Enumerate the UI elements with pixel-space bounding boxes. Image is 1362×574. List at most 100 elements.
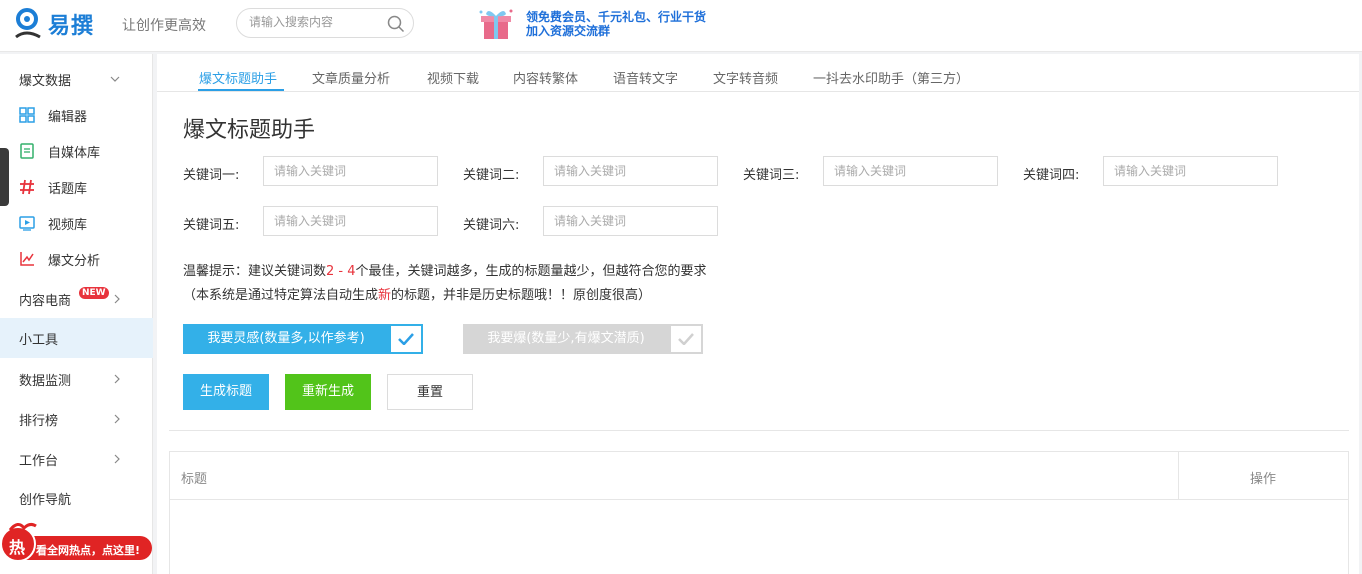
keyword-4-label: 关键词四:: [1023, 168, 1080, 183]
mode-viral-label: 我要爆(数量少,有爆文潜质): [463, 324, 669, 354]
column-separator: [1178, 452, 1179, 500]
generate-title-button[interactable]: 生成标题: [183, 374, 269, 410]
tip-2-text-b: 的标题，并非是历史标题哦！！原创度很高）: [391, 288, 652, 303]
search-icon[interactable]: [387, 15, 405, 33]
tip-line-1: 温馨提示：建议关键词数2 - 4个最佳，关键词越多，生成的标题量越少，但越符合您…: [183, 260, 707, 279]
tab-text-to-audio[interactable]: 文字转音频: [713, 68, 778, 87]
sidebar-item-label: 编辑器: [48, 109, 88, 125]
chevron-down-icon: [110, 76, 120, 82]
promo-banner[interactable]: 领免费会员、千元礼包、行业干货 加入资源交流群: [478, 6, 706, 42]
tool-tabs: 爆文标题助手 文章质量分析 视频下载 内容转繁体 语音转文字 文字转音频 一抖去…: [157, 54, 1359, 92]
reset-button[interactable]: 重置: [387, 374, 473, 410]
check-icon: [678, 333, 694, 345]
sidebar-item-label: 视频库: [48, 217, 88, 233]
sidebar-item-media-library[interactable]: 自媒体库: [0, 136, 153, 166]
mode-viral-toggle[interactable]: 我要爆(数量少,有爆文潜质): [463, 324, 703, 354]
hot-badge: 热: [9, 538, 26, 557]
mode-inspire-checkbox[interactable]: [389, 324, 423, 354]
sidebar-item-videos[interactable]: 视频库: [0, 208, 153, 238]
chevron-right-icon: [114, 454, 120, 464]
divider: [169, 430, 1349, 431]
side-handle[interactable]: [0, 148, 9, 206]
tip-1-text-b: 个最佳，关键词越多，生成的标题量越少，但越符合您的要求: [355, 264, 707, 279]
sidebar-item-editor[interactable]: 编辑器: [0, 100, 153, 130]
chevron-right-icon: [114, 414, 120, 424]
sidebar-item-label: 爆文数据: [19, 73, 72, 89]
sidebar-item-topics[interactable]: 话题库: [0, 172, 153, 202]
tab-title-helper[interactable]: 爆文标题助手: [199, 68, 277, 87]
sidebar-item-label: 数据监测: [19, 373, 72, 389]
search-box[interactable]: [236, 8, 414, 38]
keyword-3-input[interactable]: [823, 156, 998, 186]
promo-line-1: 领免费会员、千元礼包、行业干货: [526, 10, 707, 24]
mode-inspire-label: 我要灵感(数量多,以作参考): [183, 324, 389, 354]
tab-video-download[interactable]: 视频下载: [427, 68, 479, 87]
check-icon: [398, 333, 414, 345]
mode-inspire-toggle[interactable]: 我要灵感(数量多,以作参考): [183, 324, 423, 354]
promo-line-2: 加入资源交流群: [526, 24, 611, 38]
keyword-4-input[interactable]: [1103, 156, 1278, 186]
sidebar-item-viral-data[interactable]: 爆文数据: [0, 62, 153, 96]
tip-2-new: 新: [378, 288, 392, 303]
keyword-2-label: 关键词二:: [463, 168, 520, 183]
logo-icon: [15, 8, 41, 39]
logo-text: 易撰: [48, 14, 95, 39]
keyword-6-label: 关键词六:: [463, 218, 520, 233]
results-table: 标题 操作: [169, 451, 1349, 574]
keyword-6-input[interactable]: [543, 206, 718, 236]
keyword-1-input[interactable]: [263, 156, 438, 186]
chart-icon: [20, 252, 34, 266]
sidebar-item-label: 话题库: [48, 181, 88, 197]
active-tab-indicator: [198, 89, 284, 91]
sidebar-item-ranking[interactable]: 排行榜: [0, 402, 153, 436]
document-icon: [20, 143, 34, 159]
tip-line-2: （本系统是通过特定算法自动生成新的标题，并非是历史标题哦！！原创度很高）: [183, 284, 651, 303]
sidebar-item-label: 自媒体库: [48, 145, 101, 161]
chevron-right-icon: [114, 294, 120, 304]
sidebar-item-label: 爆文分析: [48, 253, 101, 269]
sidebar-item-workbench[interactable]: 工作台: [0, 442, 153, 476]
new-badge: NEW: [79, 287, 109, 299]
sidebar-item-tools[interactable]: 小工具: [0, 318, 153, 358]
tip-1-range: 2 - 4: [326, 264, 356, 279]
regenerate-button[interactable]: 重新生成: [285, 374, 371, 410]
main-panel: 爆文标题助手 文章质量分析 视频下载 内容转繁体 语音转文字 文字转音频 一抖去…: [157, 54, 1359, 574]
keyword-5-input[interactable]: [263, 206, 438, 236]
top-bar: 易撰 让创作更高效 领免费会员、千元礼包、行业干货 加入资源交流群: [0, 0, 1362, 52]
sidebar-item-ecommerce[interactable]: 内容电商 NEW: [0, 282, 153, 316]
chevron-right-icon: [114, 374, 120, 384]
hot-banner-text: 看全网热点，点这里!: [36, 544, 141, 557]
sidebar: 爆文数据 编辑器 自媒体库 话题库 视频库 爆文分析 内容电商 NEW 小工具 …: [0, 54, 153, 574]
sidebar-item-label: 内容电商: [19, 293, 72, 309]
sidebar-item-label: 工作台: [19, 453, 59, 469]
logo[interactable]: 易撰: [14, 6, 94, 42]
table-header: 标题 操作: [170, 452, 1348, 500]
keyword-5-label: 关键词五:: [183, 218, 240, 233]
tab-speech-to-text[interactable]: 语音转文字: [613, 68, 678, 87]
sidebar-item-navigation[interactable]: 创作导航: [0, 481, 153, 515]
sidebar-item-label: 排行榜: [19, 413, 59, 429]
tip-2-text-a: （本系统是通过特定算法自动生成: [183, 288, 379, 303]
page-title: 爆文标题助手: [183, 118, 316, 143]
column-title-header: 标题: [181, 472, 208, 487]
search-input[interactable]: [249, 15, 379, 29]
sidebar-item-analysis[interactable]: 爆文分析: [0, 244, 153, 274]
play-icon: [19, 216, 35, 231]
keyword-1-label: 关键词一:: [183, 168, 240, 183]
column-action-header: 操作: [1250, 472, 1277, 487]
hot-topics-banner[interactable]: 热 看全网热点，点这里!: [0, 520, 153, 566]
tab-traditional-chinese[interactable]: 内容转繁体: [513, 68, 578, 87]
mode-viral-checkbox[interactable]: [669, 324, 703, 354]
hash-icon: [20, 179, 34, 195]
tab-watermark-remover[interactable]: 一抖去水印助手（第三方）: [813, 68, 969, 87]
gift-icon: [479, 9, 513, 39]
sidebar-item-monitoring[interactable]: 数据监测: [0, 362, 153, 396]
grid-icon: [19, 107, 35, 123]
tip-1-text-a: 温馨提示：建议关键词数: [183, 264, 327, 279]
keyword-2-input[interactable]: [543, 156, 718, 186]
keyword-3-label: 关键词三:: [743, 168, 800, 183]
sidebar-item-label: 小工具: [19, 332, 59, 348]
sidebar-item-label: 创作导航: [19, 492, 72, 508]
slogan: 让创作更高效: [122, 18, 206, 34]
tab-article-quality[interactable]: 文章质量分析: [312, 68, 390, 87]
